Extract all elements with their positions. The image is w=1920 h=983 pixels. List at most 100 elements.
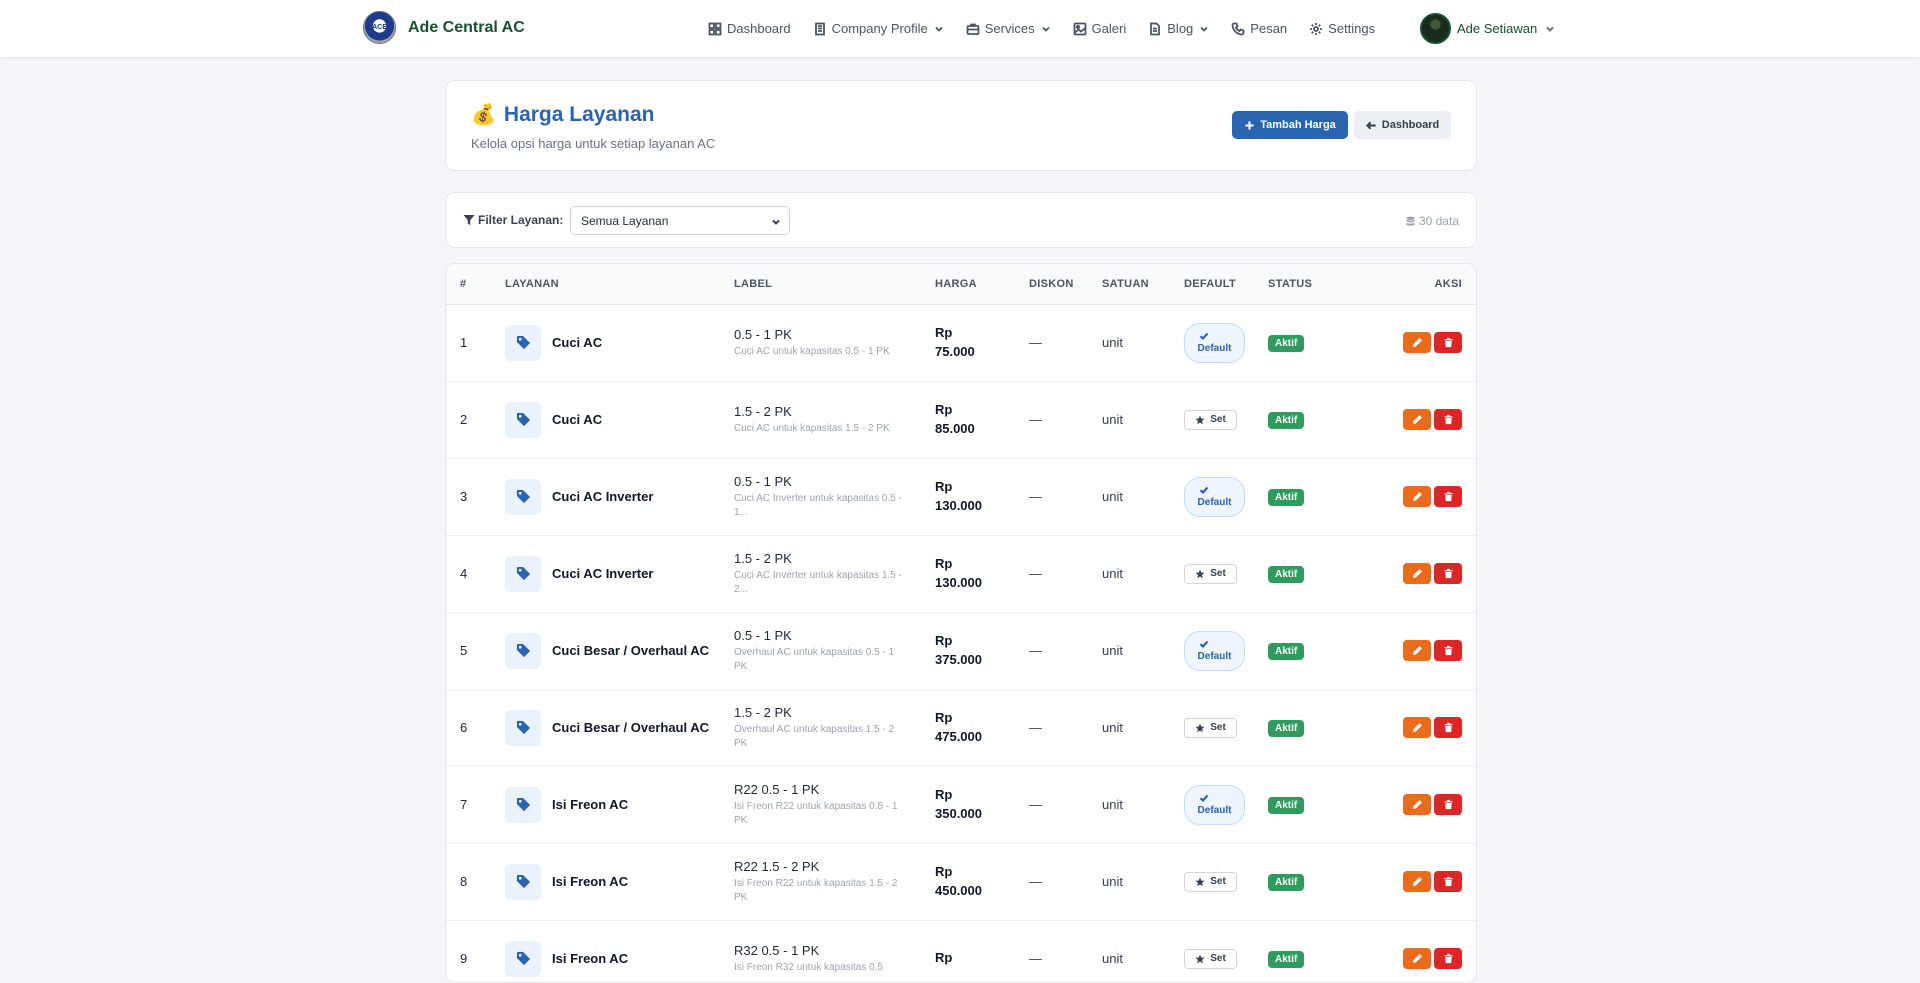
- price-description: Overhaul AC untuk kapasitas 1.5 - 2 PK: [734, 723, 895, 749]
- page-subtitle: Kelola opsi harga untuk setiap layanan A…: [471, 136, 716, 151]
- arrow-left-icon: [1365, 121, 1376, 129]
- row-number: 3: [446, 458, 505, 536]
- delete-button[interactable]: [1434, 948, 1462, 969]
- delete-button[interactable]: [1434, 717, 1462, 738]
- grid-icon: [708, 22, 722, 35]
- delete-button[interactable]: [1434, 409, 1462, 430]
- data-count-text: 30 data: [1418, 214, 1459, 228]
- service-name: Cuci AC Inverter: [552, 489, 654, 504]
- service-cell: Isi Freon AC: [505, 940, 734, 977]
- delete-button[interactable]: [1434, 486, 1462, 507]
- back-dashboard-button[interactable]: Dashboard: [1354, 111, 1451, 139]
- check-icon: [1199, 640, 1208, 649]
- top-navbar: ACE Ade Central AC Dashboard Company Prof…: [0, 0, 1920, 57]
- trash-icon: [1443, 491, 1453, 502]
- discount-value: —: [1029, 874, 1042, 889]
- set-default-button[interactable]: Set: [1184, 563, 1237, 584]
- price-description: Isi Freon R22 untuk kapasitas 1.5 - 2 PK: [734, 877, 898, 903]
- nav-item-label: Company Profile: [831, 21, 928, 36]
- nav-item-dashboard[interactable]: Dashboard: [708, 21, 791, 36]
- tag-icon: [516, 489, 530, 504]
- set-default-button[interactable]: Set: [1184, 948, 1237, 969]
- service-name: Cuci Besar / Overhaul AC: [552, 720, 710, 735]
- nav-item-company-profile[interactable]: Company Profile: [813, 21, 944, 36]
- service-cell: Cuci AC: [505, 324, 734, 361]
- building-icon: [814, 22, 825, 35]
- row-number: 1: [446, 304, 505, 382]
- nav-item-blog[interactable]: Blog: [1148, 21, 1209, 36]
- price-value: Rp 85.000: [935, 401, 975, 436]
- service-cell: Cuci Besar / Overhaul AC: [505, 709, 734, 746]
- trash-icon: [1443, 953, 1453, 964]
- service-name: Isi Freon AC: [552, 951, 629, 966]
- edit-button[interactable]: [1403, 332, 1431, 353]
- set-default-button[interactable]: Set: [1184, 409, 1237, 430]
- star-icon: [1195, 954, 1205, 963]
- funnel-icon: [463, 215, 475, 225]
- delete-button[interactable]: [1434, 794, 1462, 815]
- nav-item-label: Settings: [1328, 21, 1376, 36]
- trash-icon: [1443, 722, 1453, 733]
- default-label: Default: [1197, 805, 1232, 816]
- nav-item-services[interactable]: Services: [966, 21, 1051, 36]
- filter-label-text: Filter Layanan:: [478, 213, 564, 227]
- col-default: DEFAULT: [1184, 264, 1268, 305]
- service-name: Cuci AC: [552, 335, 603, 350]
- unit-value: unit: [1102, 951, 1123, 966]
- service-cell: Isi Freon AC: [505, 863, 734, 900]
- set-default-button[interactable]: Set: [1184, 871, 1237, 892]
- default-badge: Default: [1184, 476, 1245, 517]
- status-badge: Aktif: [1268, 719, 1305, 737]
- nav-item-galeri[interactable]: Galeri: [1073, 21, 1126, 36]
- user-menu[interactable]: Ade Setiawan: [1420, 13, 1555, 44]
- service-filter-select[interactable]: Semua Layanan: [570, 206, 790, 235]
- delete-button[interactable]: [1434, 640, 1462, 661]
- brand[interactable]: ACE Ade Central AC: [363, 11, 525, 44]
- row-number: 8: [446, 843, 505, 921]
- pencil-icon: [1412, 569, 1422, 578]
- plus-icon: [1245, 120, 1254, 130]
- add-price-label: Tambah Harga: [1260, 119, 1336, 131]
- tag-icon: [516, 566, 530, 581]
- service-cell: Cuci AC: [505, 401, 734, 438]
- service-cell: Cuci AC Inverter: [505, 555, 734, 592]
- row-number: 7: [446, 766, 505, 844]
- nav-item-label: Services: [984, 21, 1035, 36]
- set-default-label: Set: [1210, 568, 1226, 579]
- service-name: Isi Freon AC: [552, 797, 629, 812]
- price-label: R32 0.5 - 1 PK: [734, 942, 820, 958]
- default-label: Default: [1197, 497, 1232, 508]
- status-badge: Aktif: [1268, 950, 1305, 968]
- edit-button[interactable]: [1403, 486, 1431, 507]
- price-label: R22 1.5 - 2 PK: [734, 858, 820, 874]
- price-label: 0.5 - 1 PK: [734, 326, 792, 342]
- price-description: Cuci AC Inverter untuk kapasitas 0.5 - 1…: [734, 492, 902, 518]
- brand-logo-text: ACE: [372, 24, 387, 31]
- edit-button[interactable]: [1403, 563, 1431, 584]
- money-bag-icon: 💰: [471, 104, 496, 126]
- edit-button[interactable]: [1403, 948, 1431, 969]
- edit-button[interactable]: [1403, 794, 1431, 815]
- add-price-button[interactable]: Tambah Harga: [1232, 111, 1348, 139]
- price-description: Cuci AC untuk kapasitas 0.5 - 1 PK: [734, 345, 890, 357]
- edit-button[interactable]: [1403, 640, 1431, 661]
- tag-icon-box: [505, 324, 541, 361]
- table-row: 3 Cuci AC Inverter 0.5 - 1 PK Cuci AC Inver…: [446, 458, 1476, 536]
- table-header-row: # LAYANAN LABEL HARGA DISKON SATUAN DEFA…: [446, 264, 1476, 305]
- status-badge: Aktif: [1268, 873, 1305, 891]
- set-default-button[interactable]: Set: [1184, 717, 1237, 738]
- edit-button[interactable]: [1403, 409, 1431, 430]
- row-number: 5: [446, 612, 505, 690]
- service-name: Cuci Besar / Overhaul AC: [552, 643, 710, 658]
- nav-item-pesan[interactable]: Pesan: [1231, 21, 1287, 36]
- delete-button[interactable]: [1434, 563, 1462, 584]
- page-title-text: Harga Layanan: [503, 102, 655, 126]
- set-default-label: Set: [1210, 722, 1226, 733]
- price-value: Rp: [935, 950, 953, 966]
- delete-button[interactable]: [1434, 332, 1462, 353]
- delete-button[interactable]: [1434, 871, 1462, 892]
- edit-button[interactable]: [1403, 871, 1431, 892]
- page-title: 💰 Harga Layanan: [471, 102, 654, 127]
- edit-button[interactable]: [1403, 717, 1431, 738]
- nav-item-settings[interactable]: Settings: [1309, 21, 1375, 36]
